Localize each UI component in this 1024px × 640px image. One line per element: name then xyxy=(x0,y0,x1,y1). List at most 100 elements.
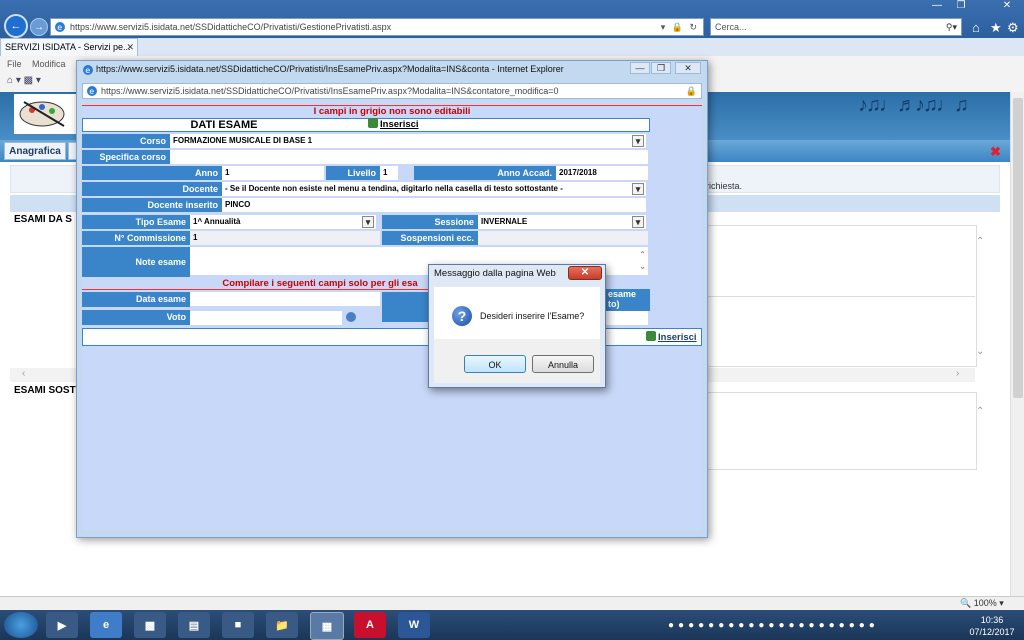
voto-input[interactable] xyxy=(190,311,342,325)
tab-anagrafica[interactable]: Anagrafica xyxy=(4,142,66,160)
popup-restore-icon[interactable]: ❐ xyxy=(651,62,671,74)
docente-value: - Se il Docente non esiste nel menu a te… xyxy=(225,184,563,193)
anno-accad-value: 2017/2018 xyxy=(559,168,597,177)
network-icon[interactable]: ■ xyxy=(222,612,254,638)
popup-address-url: https://www.servizi5.isidata.net/SSDidat… xyxy=(101,86,559,96)
search-placeholder: Cerca... xyxy=(715,22,747,32)
close-red-icon[interactable]: ✖ xyxy=(990,144,1006,159)
zoom-value: 100% xyxy=(973,598,997,608)
insert-label: Inserisci xyxy=(380,119,419,130)
forward-button[interactable]: → xyxy=(30,18,48,36)
home-icon[interactable]: ⌂ xyxy=(972,20,980,35)
music-notes-decoration: ♪♫♩♬♪♫♩♫ xyxy=(858,94,969,116)
commissione-field: 1 xyxy=(190,231,380,245)
svg-text:e: e xyxy=(57,23,62,32)
tab-servizi-isidata[interactable]: SERVIZI ISIDATA - Servizi pe... ✕ xyxy=(0,38,138,56)
scroll-right-icon[interactable]: › xyxy=(956,368,959,379)
start-button[interactable] xyxy=(4,612,38,638)
right-label-line1: esame xyxy=(608,289,637,299)
dialog-close-button[interactable]: ✕ xyxy=(568,266,602,280)
clock-time: 10:36 xyxy=(980,615,1004,625)
insert-link-top[interactable]: Inserisci xyxy=(368,118,419,132)
livello-value: 1 xyxy=(383,168,388,177)
note-esame-label: Note esame xyxy=(82,247,190,277)
system-tray-icons[interactable]: ●●●●●●●●●●●●●●●●●●●●● xyxy=(668,620,879,631)
clock-date: 07/12/2017 xyxy=(969,627,1015,637)
internet-explorer-icon[interactable]: e xyxy=(90,612,122,638)
anno-accad-input[interactable]: 2017/2018 xyxy=(556,166,648,180)
menu-file[interactable]: File xyxy=(7,59,22,69)
tipo-esame-label: Tipo Esame xyxy=(82,215,190,229)
folder-icon[interactable]: 📁 xyxy=(266,612,298,638)
scroll-up-icon[interactable]: ⌃ xyxy=(976,406,984,417)
livello-input[interactable]: 1 xyxy=(380,166,398,180)
commissione-value: 1 xyxy=(193,233,198,242)
zoom-level[interactable]: 🔍 100% ▾ xyxy=(960,598,1004,609)
popup-close-icon[interactable]: ✕ xyxy=(675,62,701,74)
form-footer xyxy=(82,328,702,346)
search-input[interactable]: Cerca... ⚲▾ xyxy=(710,18,962,36)
dialog-title: Messaggio dalla pagina Web xyxy=(434,268,556,279)
anno-accad-label: Anno Accad. xyxy=(414,166,556,180)
scroll-left-icon[interactable]: ‹ xyxy=(22,368,25,379)
svg-text:e: e xyxy=(85,66,90,75)
sessione-label: Sessione xyxy=(382,215,478,229)
save-icon xyxy=(368,118,378,128)
menu-modifica[interactable]: Modifica xyxy=(32,59,66,69)
tipo-esame-select[interactable]: 1^ Annualità xyxy=(190,215,376,229)
scroll-down-icon[interactable]: ⌄ xyxy=(639,260,646,274)
restore-icon[interactable]: ❐ xyxy=(950,0,972,14)
back-button[interactable]: ← xyxy=(4,14,28,38)
word-icon[interactable]: W xyxy=(398,612,430,638)
command-bar-icons[interactable]: ⌂ ▾ ▩ ▾ xyxy=(7,75,41,86)
section-esami-sostenuti: ESAMI SOST xyxy=(14,385,76,396)
scroll-up-icon[interactable]: ⌃ xyxy=(976,236,984,247)
svg-text:e: e xyxy=(89,87,94,96)
ok-button[interactable]: OK xyxy=(464,355,526,373)
notes-icon[interactable]: ▤ xyxy=(178,612,210,638)
anno-input[interactable]: 1 xyxy=(222,166,324,180)
minimize-icon[interactable]: — xyxy=(926,0,948,14)
vertical-scrollbar[interactable] xyxy=(1010,92,1024,597)
close-icon[interactable]: ✕ xyxy=(996,0,1018,14)
tab-close-icon[interactable]: ✕ xyxy=(126,39,134,55)
insert-label: Inserisci xyxy=(658,332,697,343)
section-esami-da-sostenere: ESAMI DA S xyxy=(14,214,72,225)
sessione-value: INVERNALE xyxy=(481,217,528,226)
docente-inserito-input[interactable]: PINCO xyxy=(222,198,646,212)
lock-icon: 🔒 xyxy=(685,86,697,96)
right-input[interactable] xyxy=(606,311,648,325)
clock[interactable]: 10:36 07/12/2017 xyxy=(962,614,1022,638)
anno-value: 1 xyxy=(225,168,230,177)
scrollbar-thumb[interactable] xyxy=(1013,98,1023,398)
address-bar[interactable]: e https://www.servizi5.isidata.net/SSDid… xyxy=(50,18,704,36)
corso-select[interactable]: FORMAZIONE MUSICALE DI BASE 1 xyxy=(170,134,646,148)
docente-inserito-label: Docente inserito xyxy=(82,198,222,212)
data-esame-label: Data esame xyxy=(82,292,190,307)
specifica-corso-input[interactable] xyxy=(170,150,648,164)
insert-link-bottom[interactable]: Inserisci xyxy=(646,331,697,343)
media-player-icon[interactable]: ▶ xyxy=(46,612,78,638)
app-icon[interactable]: ▦ xyxy=(310,612,344,640)
data-esame-input[interactable] xyxy=(190,292,380,306)
right-label-line2: to) xyxy=(608,299,620,309)
tab-row xyxy=(0,38,1024,57)
docente-select[interactable]: - Se il Docente non esiste nel menu a te… xyxy=(222,182,646,196)
voto-label: Voto xyxy=(82,310,190,325)
scroll-down-icon[interactable]: ⌄ xyxy=(976,346,984,357)
list-panel-2 xyxy=(705,392,977,470)
dialog-message: Desideri inserire l'Esame? xyxy=(480,311,585,321)
explorer-icon[interactable]: ▩ xyxy=(134,612,166,638)
cancel-button[interactable]: Annulla xyxy=(532,355,594,373)
address-bar-icons[interactable]: ▾ 🔒 ↻ xyxy=(661,22,699,33)
popup-minimize-icon[interactable]: — xyxy=(630,62,650,74)
sessione-select[interactable]: INVERNALE xyxy=(478,215,646,229)
favorites-star-icon[interactable]: ★ xyxy=(990,20,1002,36)
search-icon[interactable]: ⚲▾ xyxy=(946,19,957,35)
specifica-corso-label: Specifica corso xyxy=(82,150,170,164)
popup-title: https://www.servizi5.isidata.net/SSDidat… xyxy=(96,64,564,74)
settings-gear-icon[interactable]: ⚙ xyxy=(1007,20,1019,36)
popup-address-bar[interactable]: e https://www.servizi5.isidata.net/SSDid… xyxy=(82,83,702,99)
acrobat-icon[interactable]: A xyxy=(354,612,386,638)
help-icon[interactable] xyxy=(346,312,356,322)
